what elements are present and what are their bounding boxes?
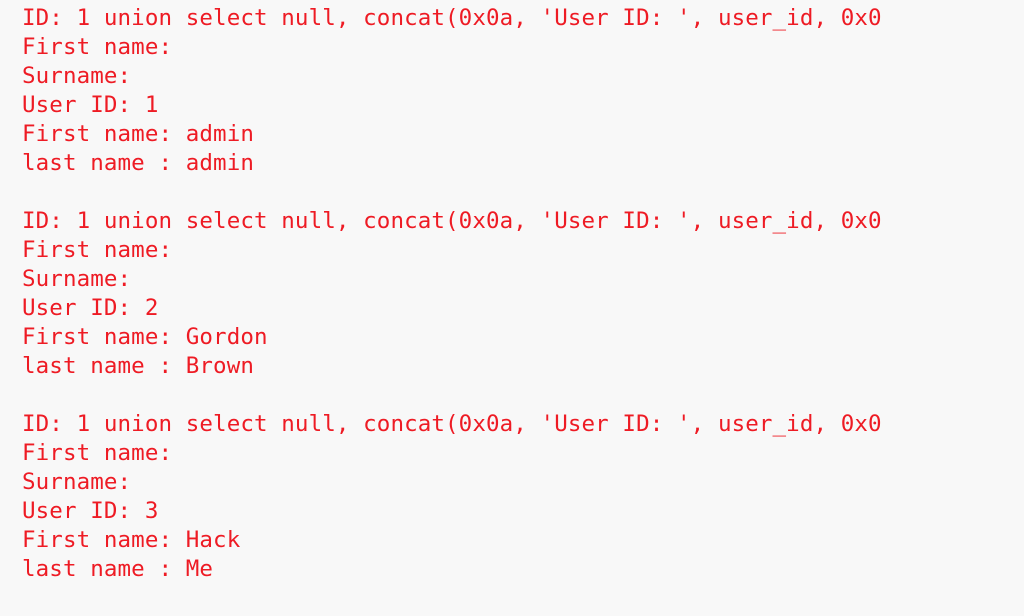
output-line: Surname: <box>22 468 1024 497</box>
output-line: First name: <box>22 33 1024 62</box>
sql-injection-output: ID: 1 union select null, concat(0x0a, 'U… <box>0 0 1024 584</box>
output-line: First name: Gordon <box>22 323 1024 352</box>
output-line: last name : Me <box>22 555 1024 584</box>
output-line: Surname: <box>22 62 1024 91</box>
output-line: ID: 1 union select null, concat(0x0a, 'U… <box>22 410 1024 439</box>
output-line: First name: admin <box>22 120 1024 149</box>
output-line: User ID: 3 <box>22 497 1024 526</box>
output-line: last name : admin <box>22 149 1024 178</box>
output-line: First name: <box>22 236 1024 265</box>
output-line: User ID: 2 <box>22 294 1024 323</box>
output-line: First name: Hack <box>22 526 1024 555</box>
blank-line <box>22 178 1024 207</box>
output-line: ID: 1 union select null, concat(0x0a, 'U… <box>22 207 1024 236</box>
output-line: last name : Brown <box>22 352 1024 381</box>
output-line: ID: 1 union select null, concat(0x0a, 'U… <box>22 4 1024 33</box>
output-line: First name: <box>22 439 1024 468</box>
output-line: Surname: <box>22 265 1024 294</box>
blank-line <box>22 381 1024 410</box>
output-line: User ID: 1 <box>22 91 1024 120</box>
